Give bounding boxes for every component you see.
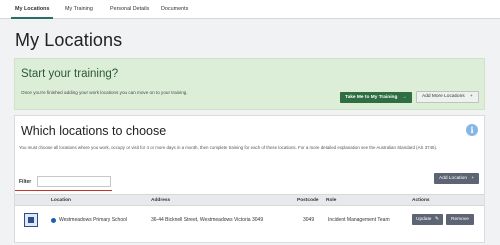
take-me-to-training-label: Take Me to My Training (345, 95, 398, 100)
column-role[interactable]: Role (326, 195, 336, 206)
table-row: Westmeadows Primary School 36-44 Bicknel… (15, 207, 484, 235)
add-location-button[interactable]: Add Location + (434, 173, 480, 184)
row-address: 36-44 Bicknell Street, Westmeadows Victo… (151, 217, 264, 223)
start-training-title: Start your training? (21, 68, 119, 80)
school-logo-icon (24, 213, 38, 227)
start-training-description: Once you're finished adding your work lo… (21, 90, 188, 95)
locations-title: Which locations to choose (21, 124, 167, 138)
tab-personal-details[interactable]: Personal Details (106, 0, 153, 19)
add-more-locations-label: Add More Locations (422, 94, 465, 99)
plus-icon: + (471, 176, 475, 181)
locations-description: You must choose all locations where you … (19, 145, 438, 150)
top-navigation: My Locations My Training Personal Detail… (0, 0, 500, 19)
column-address[interactable]: Address (151, 195, 170, 206)
column-postcode[interactable]: Postcode (297, 195, 319, 206)
filter-input[interactable] (37, 176, 111, 187)
info-icon[interactable]: i (466, 124, 478, 136)
update-button[interactable]: Update ✎ (412, 214, 443, 225)
location-status-dot-icon (51, 218, 56, 223)
row-postcode: 3049 (303, 217, 315, 223)
filter-underline (15, 190, 112, 191)
add-more-locations-button[interactable]: Add More Locations + (416, 91, 479, 103)
filter-label: Filter (19, 179, 32, 185)
arrow-right-icon: → (401, 95, 407, 100)
row-location: Westmeadows Primary School (59, 217, 127, 223)
row-role: Incident Management Team (328, 217, 390, 223)
plus-icon: + (470, 94, 473, 99)
column-location[interactable]: Location (51, 195, 71, 206)
column-actions: Actions (412, 198, 430, 203)
page-title: My Locations (15, 30, 123, 50)
remove-button[interactable]: Remove (446, 214, 474, 225)
start-training-panel: Start your training? Once you're finishe… (14, 58, 485, 110)
tab-my-locations[interactable]: My Locations (11, 0, 54, 19)
locations-panel: Which locations to choose i You must cho… (14, 115, 485, 243)
tab-my-training[interactable]: My Training (61, 0, 97, 19)
tab-documents[interactable]: Documents (157, 0, 192, 19)
update-label: Update (416, 217, 432, 222)
remove-label: Remove (451, 217, 469, 222)
table-header: Location Address Postcode Role Actions (15, 194, 484, 206)
pencil-icon: ✎ (434, 217, 439, 222)
take-me-to-training-button[interactable]: Take Me to My Training → (340, 92, 412, 103)
add-location-label: Add Location (439, 176, 468, 181)
